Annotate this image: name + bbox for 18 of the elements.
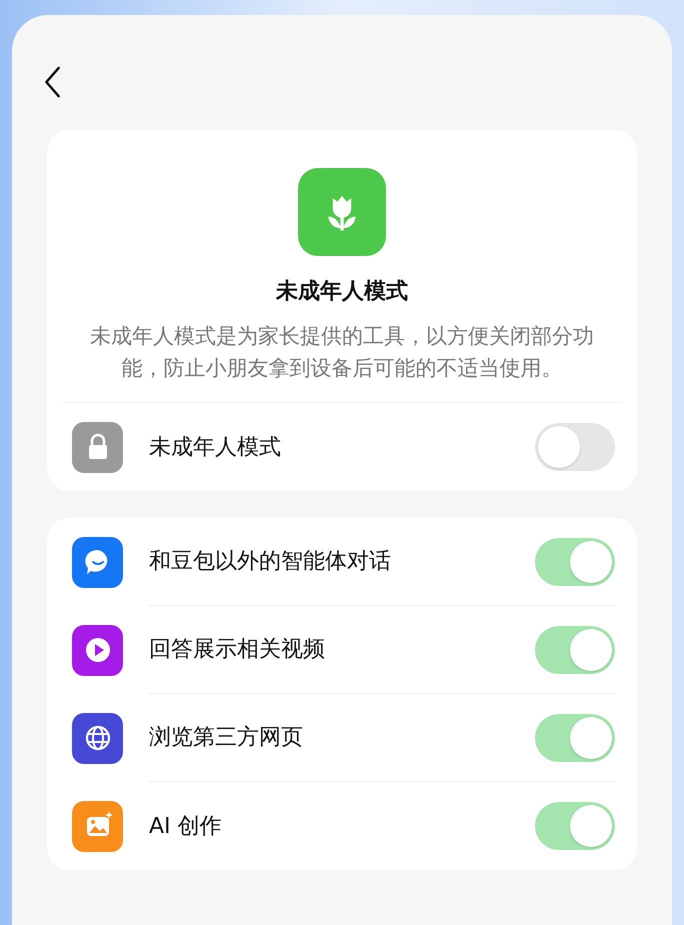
globe-icon bbox=[72, 712, 123, 764]
setting-label: 浏览第三方网页 bbox=[149, 724, 304, 752]
toggle-switch[interactable] bbox=[535, 802, 615, 850]
toggle-switch[interactable] bbox=[535, 538, 615, 586]
mode-title: 未成年人模式 bbox=[276, 278, 408, 306]
mode-description: 未成年人模式是为家长提供的工具，以方便关闭部分功能，防止小朋友拿到设备后可能的不适当使用。 bbox=[89, 323, 595, 382]
play-icon bbox=[72, 624, 123, 676]
setting-label: AI 创作 bbox=[149, 812, 223, 840]
picture-icon bbox=[72, 800, 123, 852]
setting-label: 回答展示相关视频 bbox=[149, 636, 326, 664]
toggle-switch[interactable] bbox=[535, 626, 615, 674]
setting-label: 和豆包以外的智能体对话 bbox=[149, 548, 392, 576]
setting-label: 未成年人模式 bbox=[149, 434, 282, 462]
lock-icon bbox=[72, 422, 123, 472]
toggle-switch[interactable] bbox=[535, 714, 615, 762]
chat-bubble-icon bbox=[72, 536, 123, 588]
toggle-switch[interactable] bbox=[535, 423, 615, 471]
tulip-icon bbox=[298, 168, 386, 256]
